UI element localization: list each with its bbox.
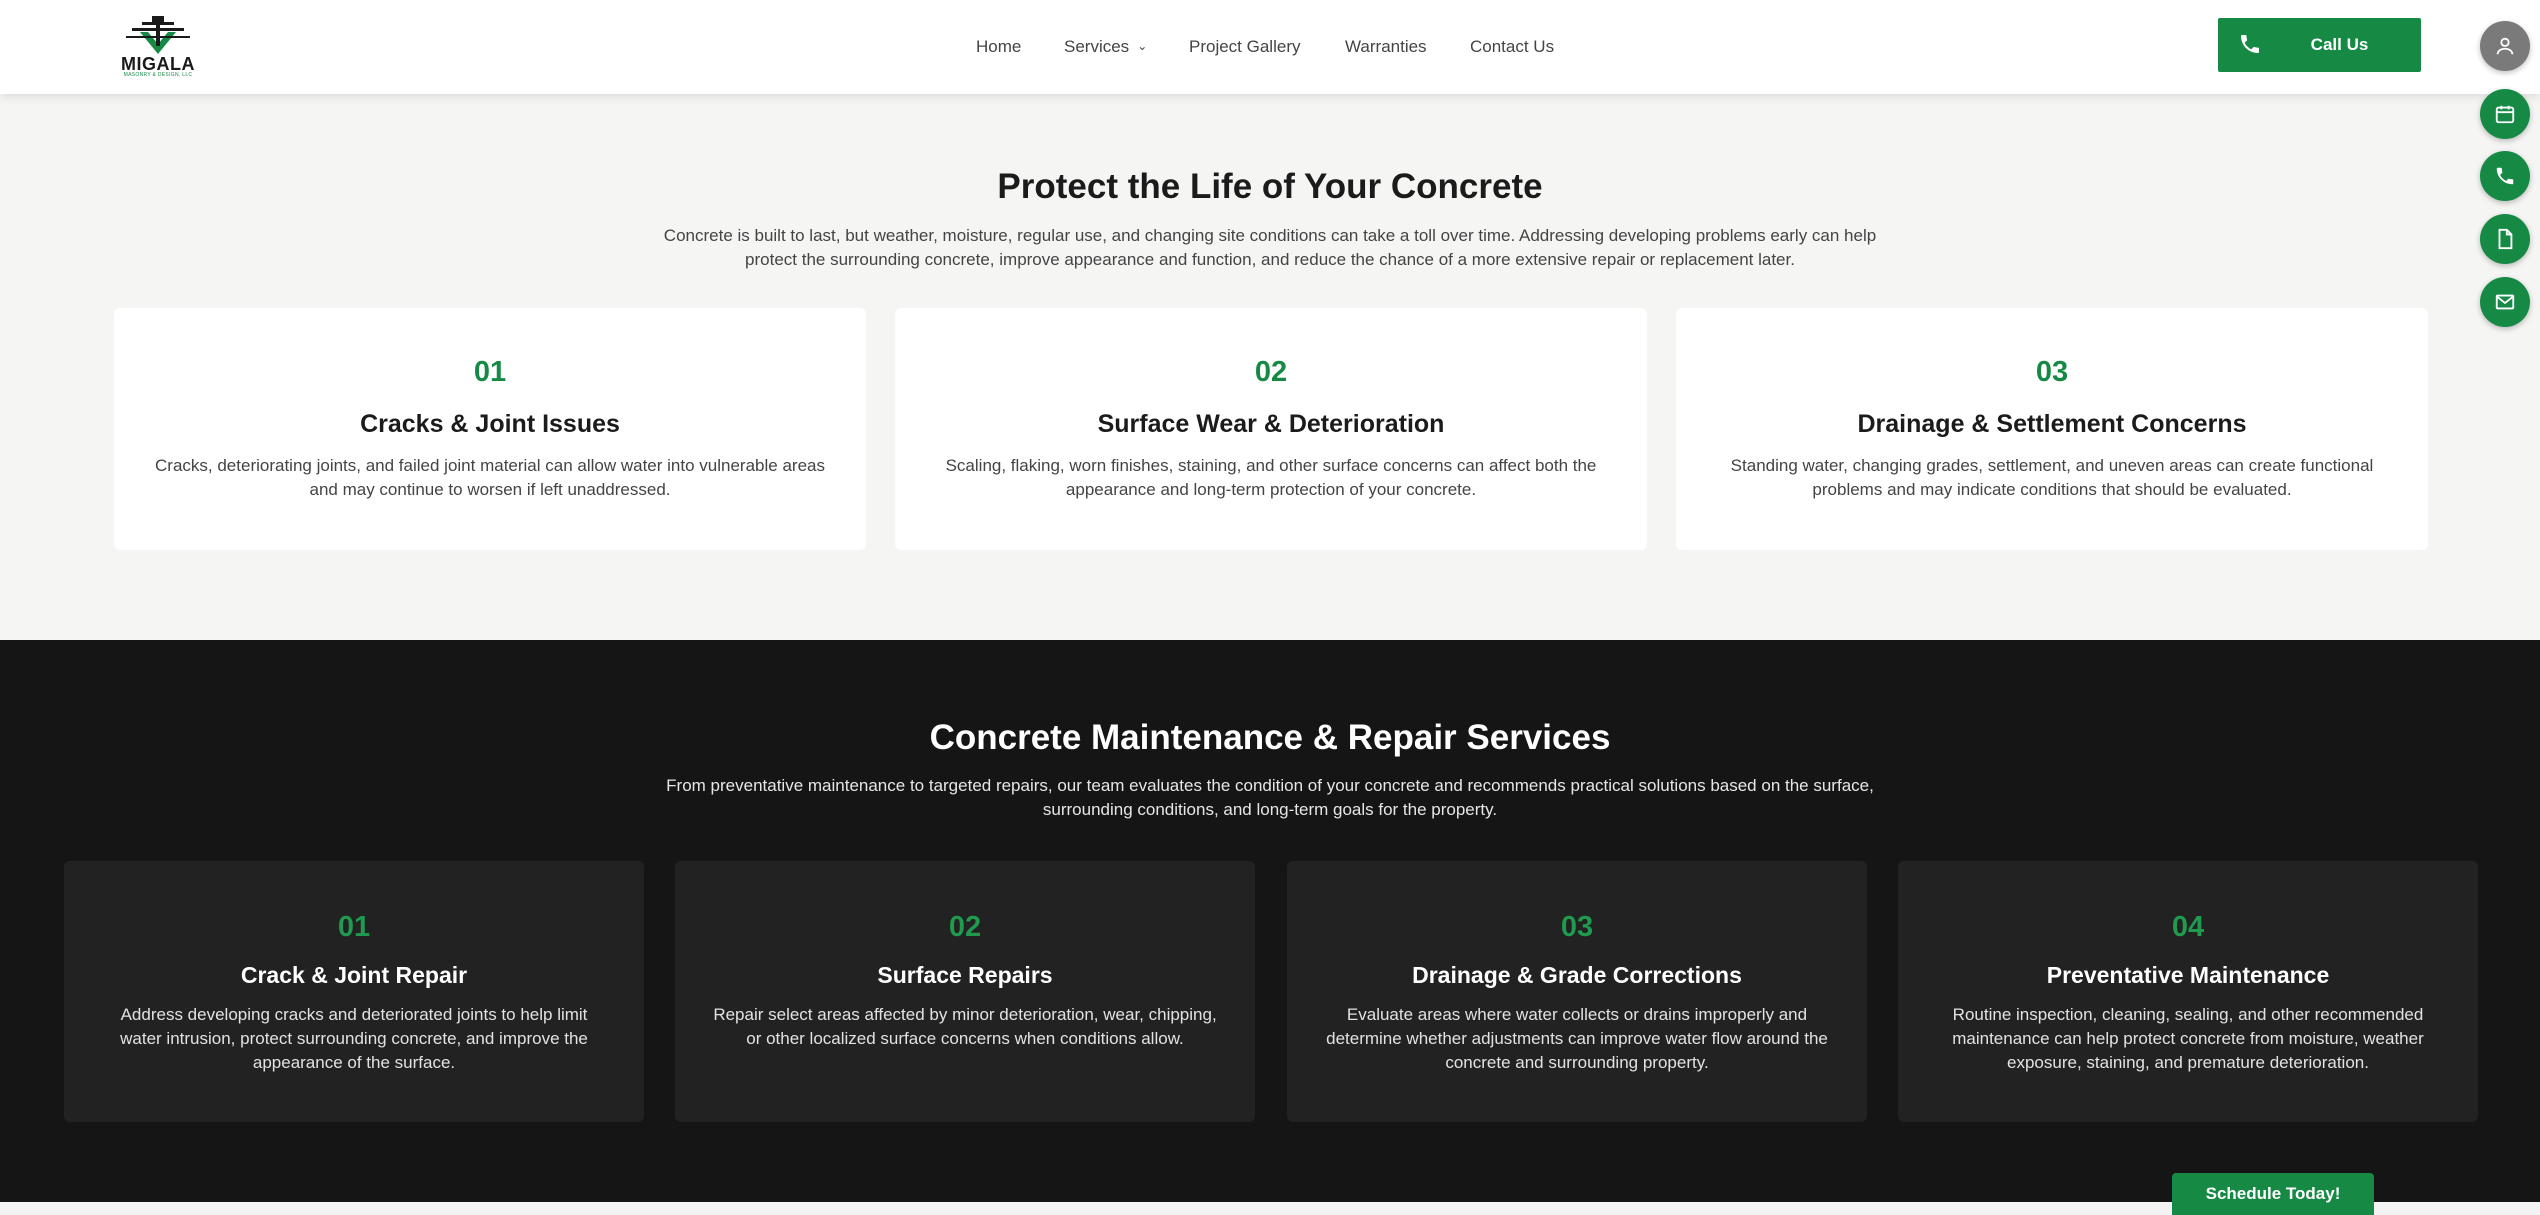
chevron-down-icon: ⌄ bbox=[1137, 39, 1148, 53]
main-nav: Home Services ⌄ Project Gallery Warrantie… bbox=[0, 37, 2540, 61]
service-card: 03 Drainage & Grade Corrections Evaluate… bbox=[1287, 861, 1867, 1122]
nav-services[interactable]: Services ⌄ bbox=[1064, 37, 1147, 57]
card-number: 03 bbox=[2035, 356, 2069, 388]
document-button[interactable] bbox=[2480, 214, 2530, 264]
next-section-edge bbox=[0, 1202, 2540, 1215]
logo-subtext: MASONRY & DESIGN, LLC bbox=[123, 72, 193, 78]
card-text: Evaluate areas where water collects or d… bbox=[1326, 1005, 1828, 1072]
site-header: MIGALA MASONRY & DESIGN, LLC Home Servic… bbox=[0, 0, 2540, 94]
card-text: Address developing cracks and deteriorat… bbox=[120, 1005, 588, 1072]
phone-button[interactable] bbox=[2480, 151, 2530, 201]
card-number: 02 bbox=[1254, 356, 1288, 388]
nav-warranties[interactable]: Warranties bbox=[1345, 37, 1427, 57]
card-text: Standing water, changing grades, settlem… bbox=[1730, 456, 2374, 499]
nav-contact-us[interactable]: Contact Us bbox=[1470, 37, 1554, 57]
card-text: Routine inspection, cleaning, sealing, a… bbox=[1952, 1005, 2424, 1072]
card-number: 01 bbox=[473, 356, 507, 388]
card-number: 04 bbox=[2171, 911, 2205, 943]
card-title: Drainage & Grade Corrections bbox=[1412, 962, 1742, 988]
schedule-today-button[interactable]: Schedule Today! bbox=[2172, 1173, 2374, 1215]
card-number: 02 bbox=[948, 911, 982, 943]
phone-icon bbox=[2496, 167, 2514, 185]
card-number: 03 bbox=[1560, 911, 1594, 943]
mail-icon bbox=[2495, 294, 2515, 310]
service-card: 04 Preventative Maintenance Routine insp… bbox=[1898, 861, 2478, 1122]
services-section-description: From preventative maintenance to targete… bbox=[666, 776, 1874, 819]
card-title: Preventative Maintenance bbox=[2046, 962, 2330, 988]
user-icon bbox=[2496, 37, 2514, 55]
concern-card: 01 Cracks & Joint Issues Cracks, deterio… bbox=[114, 308, 866, 550]
services-section-title: Concrete Maintenance & Repair Services bbox=[929, 718, 1611, 757]
service-card: 02 Surface Repairs Repair select areas a… bbox=[675, 861, 1255, 1122]
card-text: Cracks, deteriorating joints, and failed… bbox=[155, 456, 825, 499]
card-title: Cracks & Joint Issues bbox=[360, 410, 620, 438]
card-number: 01 bbox=[337, 911, 371, 943]
card-title: Surface Repairs bbox=[877, 962, 1053, 988]
nav-project-gallery[interactable]: Project Gallery bbox=[1189, 37, 1300, 57]
calendar-icon bbox=[2495, 105, 2515, 124]
nav-services-label: Services bbox=[1064, 37, 1130, 56]
calendar-button[interactable] bbox=[2480, 89, 2530, 139]
card-title: Surface Wear & Deterioration bbox=[1097, 410, 1445, 438]
card-title: Drainage & Settlement Concerns bbox=[1857, 410, 2247, 438]
concern-card: 02 Surface Wear & Deterioration Scaling,… bbox=[895, 308, 1647, 550]
service-card: 01 Crack & Joint Repair Address developi… bbox=[64, 861, 644, 1122]
email-button[interactable] bbox=[2480, 277, 2530, 327]
protect-section-description: Concrete is built to last, but weather, … bbox=[663, 226, 1877, 269]
nav-home[interactable]: Home bbox=[976, 37, 1021, 57]
card-text: Repair select areas affected by minor de… bbox=[713, 1005, 1217, 1048]
document-icon bbox=[2498, 228, 2513, 250]
card-text: Scaling, flaking, worn finishes, stainin… bbox=[945, 456, 1597, 499]
user-button[interactable] bbox=[2480, 21, 2530, 71]
concern-card: 03 Drainage & Settlement Concerns Standi… bbox=[1676, 308, 2428, 550]
call-us-button[interactable]: Call Us bbox=[2218, 18, 2421, 72]
call-us-label: Call Us bbox=[2310, 35, 2369, 54]
card-title: Crack & Joint Repair bbox=[240, 962, 468, 988]
protect-section-title: Protect the Life of Your Concrete bbox=[997, 167, 1543, 206]
